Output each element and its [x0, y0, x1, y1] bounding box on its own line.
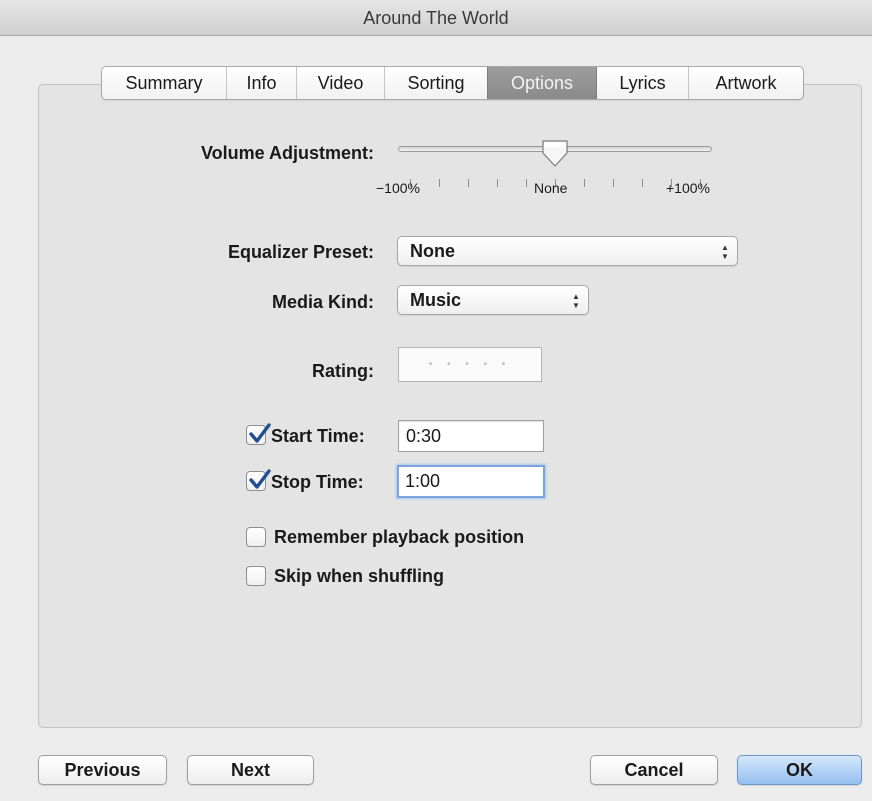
volume-adjustment-label: Volume Adjustment:	[200, 143, 374, 163]
volume-tick	[584, 179, 585, 187]
skip-shuffling-label: Skip when shuffling	[274, 566, 444, 586]
volume-min-label: −100%	[376, 180, 420, 196]
media-kind-value: Music	[410, 290, 462, 310]
volume-max-label: +100%	[666, 180, 710, 196]
stop-time-checkbox[interactable]	[246, 469, 271, 491]
next-button[interactable]: Next	[187, 755, 314, 785]
volume-tick	[642, 179, 643, 187]
tab-info[interactable]: Info	[226, 67, 296, 99]
tab-video[interactable]: Video	[296, 67, 384, 99]
volume-tick	[526, 179, 527, 187]
volume-tick	[613, 179, 614, 187]
start-time-label: Start Time:	[271, 426, 365, 446]
window-title: Around The World	[363, 8, 509, 28]
start-time-field[interactable]: 0:30	[398, 420, 544, 452]
tab-options[interactable]: Options	[487, 67, 596, 99]
window-title-bar: Around The World	[0, 0, 872, 36]
volume-tick	[497, 179, 498, 187]
popup-arrows-icon: ▲ ▼	[572, 292, 580, 310]
checkmark-icon	[249, 423, 271, 443]
start-time-checkbox[interactable]	[246, 423, 271, 445]
tab-bar: Summary Info Video Sorting Options Lyric…	[101, 66, 804, 100]
stop-time-label: Stop Time:	[271, 472, 364, 492]
rating-label: Rating:	[312, 361, 374, 381]
options-panel	[38, 84, 862, 728]
equalizer-preset-label: Equalizer Preset:	[227, 242, 374, 262]
volume-mid-label: None	[534, 180, 568, 196]
tab-lyrics[interactable]: Lyrics	[596, 67, 688, 99]
checkmark-icon	[249, 469, 271, 489]
media-kind-popup[interactable]: Music ▲ ▼	[397, 285, 589, 315]
cancel-button[interactable]: Cancel	[590, 755, 718, 785]
previous-button[interactable]: Previous	[38, 755, 167, 785]
ok-button[interactable]: OK	[737, 755, 862, 785]
popup-arrows-icon: ▲ ▼	[721, 243, 729, 261]
media-kind-label: Media Kind:	[272, 292, 374, 312]
volume-slider-thumb[interactable]	[541, 139, 569, 169]
equalizer-preset-popup[interactable]: None ▲ ▼	[397, 236, 738, 266]
equalizer-preset-value: None	[410, 241, 455, 261]
rating-stars[interactable]: • • • • •	[398, 347, 542, 382]
remember-playback-checkbox[interactable]	[246, 527, 266, 547]
tab-artwork[interactable]: Artwork	[688, 67, 803, 99]
volume-tick	[439, 179, 440, 187]
stop-time-field[interactable]: 1:00	[397, 465, 545, 498]
tab-sorting[interactable]: Sorting	[384, 67, 487, 99]
volume-tick	[468, 179, 469, 187]
skip-shuffling-checkbox[interactable]	[246, 566, 266, 586]
tab-summary[interactable]: Summary	[102, 67, 226, 99]
remember-playback-label: Remember playback position	[274, 527, 525, 547]
